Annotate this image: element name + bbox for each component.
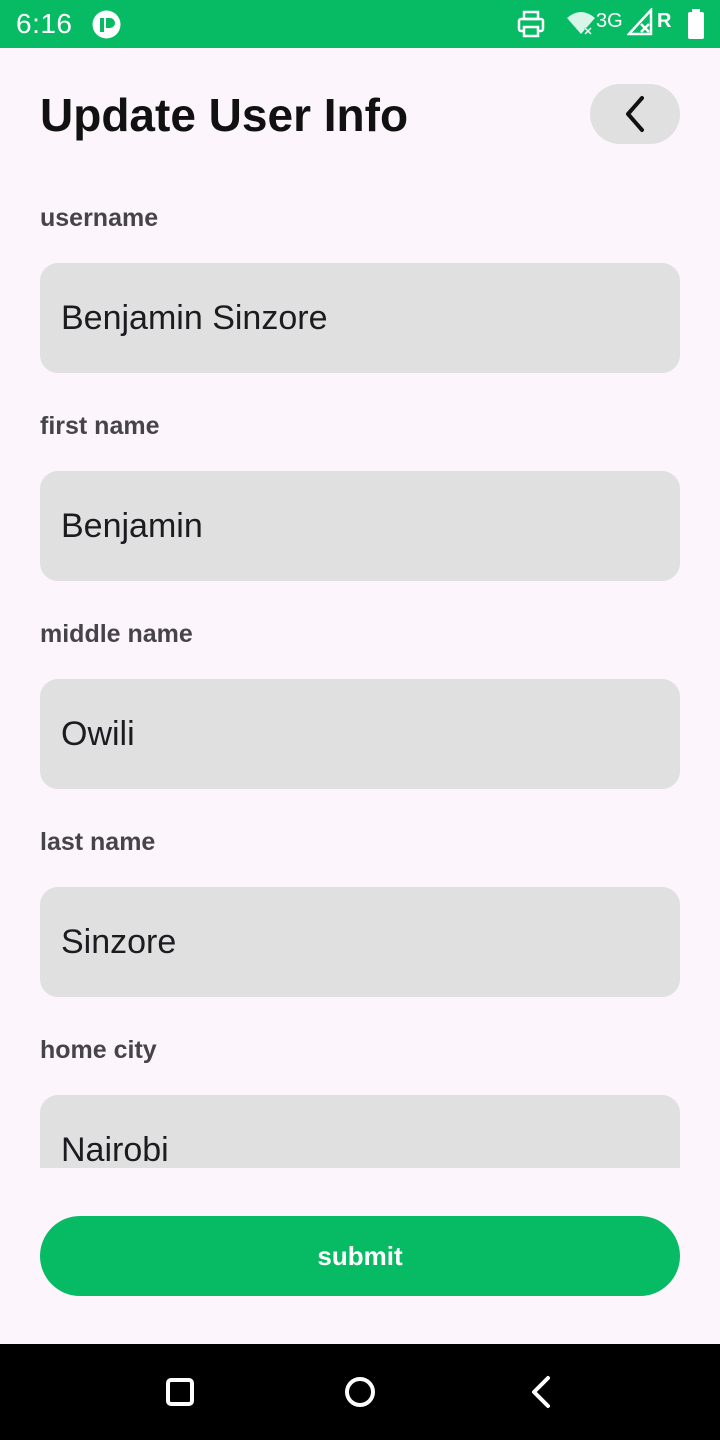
middle-name-field-group: middle name Owili [40, 616, 680, 789]
home-city-input[interactable]: Nairobi [40, 1095, 680, 1168]
status-bar: 6:16 3G R [0, 0, 720, 48]
submit-button[interactable]: submit [40, 1216, 680, 1296]
system-nav-bar [0, 1344, 720, 1440]
signal-icon [627, 8, 653, 36]
last-name-label: last name [40, 828, 156, 856]
printer-icon [517, 10, 545, 38]
roaming-label: R [657, 10, 672, 32]
back-triangle-icon[interactable] [520, 1372, 560, 1412]
app-icon [92, 10, 121, 39]
recents-square-icon[interactable] [160, 1372, 200, 1412]
middle-name-input[interactable]: Owili [40, 679, 680, 789]
chevron-left-icon [626, 96, 644, 132]
back-button[interactable] [590, 84, 680, 144]
home-city-label: home city [40, 1036, 157, 1064]
wifi-icon [567, 12, 595, 35]
first-name-label: first name [40, 412, 160, 440]
battery-icon [688, 9, 704, 39]
network-type-label: 3G [596, 10, 623, 32]
last-name-field-group: last name Sinzore [40, 824, 680, 997]
username-label: username [40, 204, 159, 232]
first-name-field-group: first name Benjamin [40, 408, 680, 581]
status-time: 6:16 [16, 8, 73, 39]
home-circle-icon[interactable] [340, 1372, 380, 1412]
first-name-input[interactable]: Benjamin [40, 471, 680, 581]
home-city-field-group: home city Nairobi [40, 1032, 680, 1168]
form-scroll-area[interactable]: username Benjamin Sinzore first name Ben… [0, 180, 720, 1168]
page-title: Update User Info [40, 89, 409, 141]
last-name-input[interactable]: Sinzore [40, 887, 680, 997]
username-input[interactable]: Benjamin Sinzore [40, 263, 680, 373]
username-field-group: username Benjamin Sinzore [40, 200, 680, 373]
middle-name-label: middle name [40, 620, 193, 648]
